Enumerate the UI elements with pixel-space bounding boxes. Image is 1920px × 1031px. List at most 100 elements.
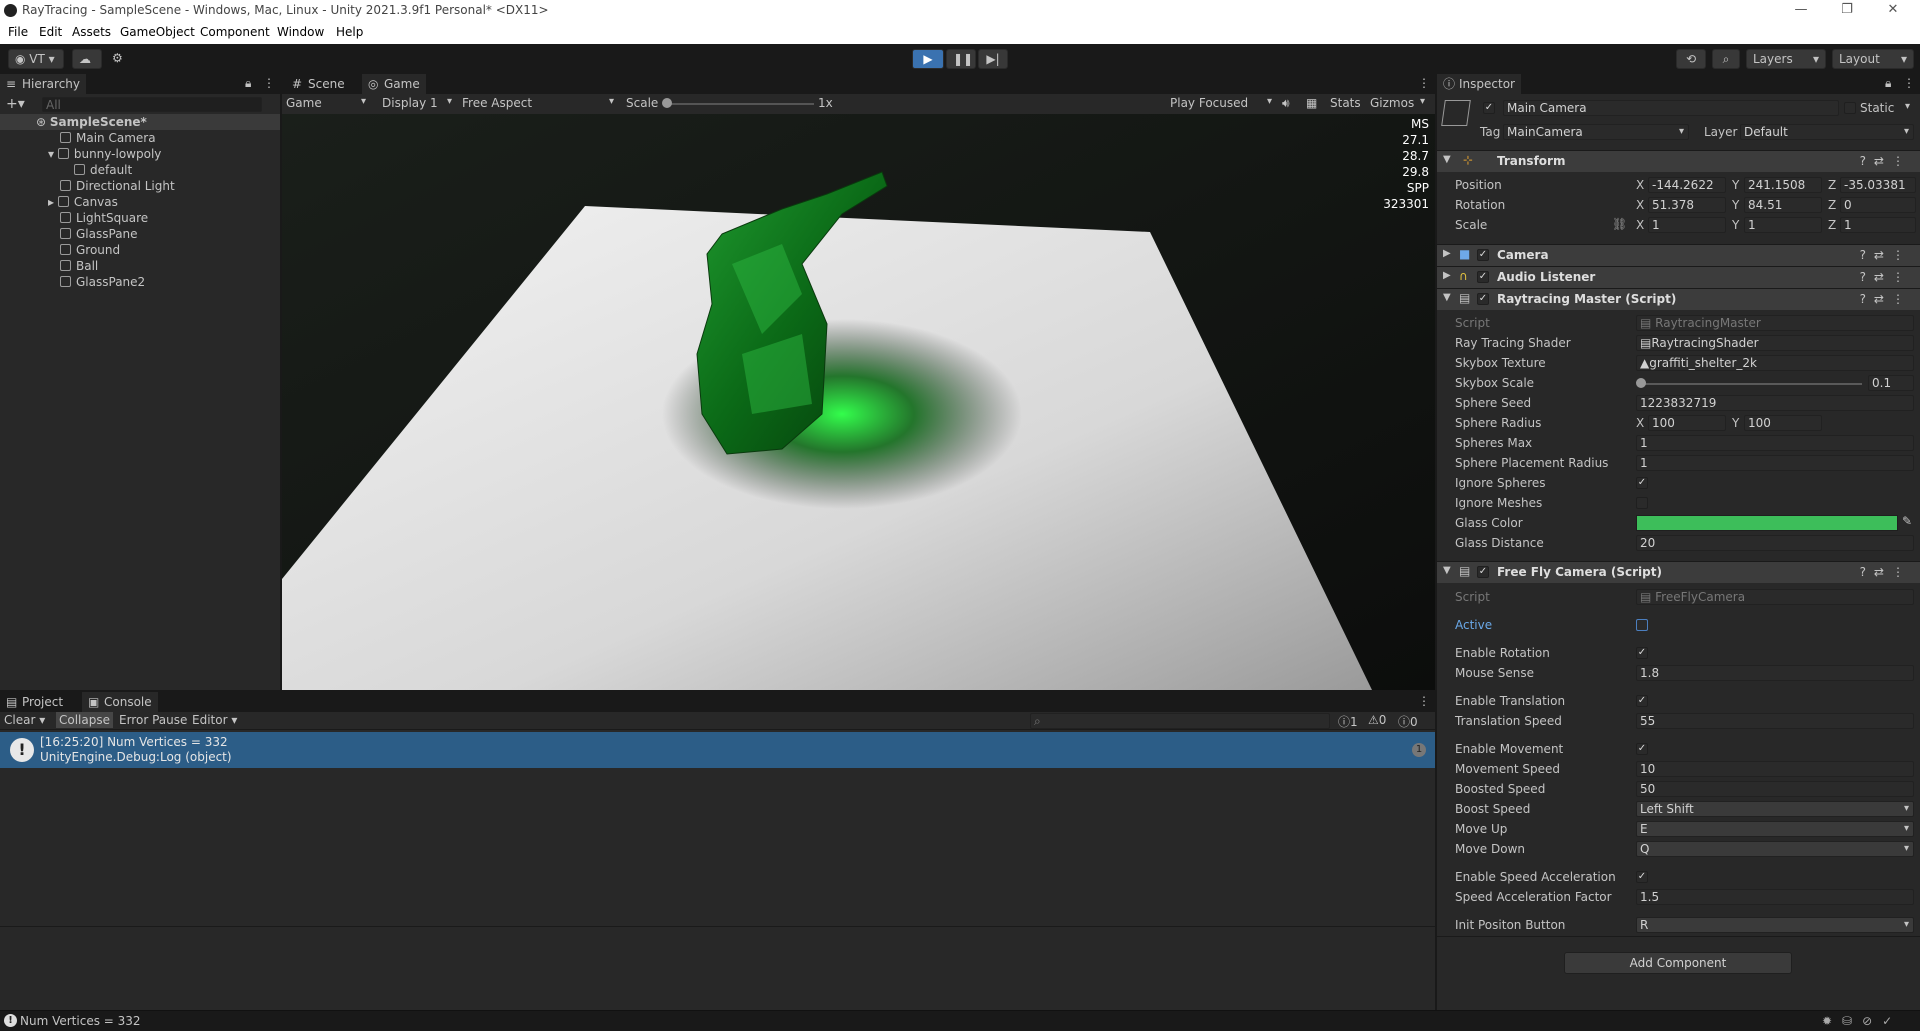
add-object-button[interactable]: +▾ — [6, 96, 25, 112]
skybox-scale-slider[interactable] — [1640, 383, 1862, 385]
step-button[interactable]: ▶| — [978, 49, 1008, 69]
scale-x-field[interactable]: 1 — [1648, 217, 1726, 233]
component-enabled-checkbox[interactable]: ✓ — [1477, 566, 1489, 578]
cloud-icon[interactable]: ☁ — [72, 49, 102, 69]
editor-dropdown[interactable]: Editor ▾ — [192, 713, 237, 727]
chevron-down-icon[interactable]: ▾ — [1420, 96, 1425, 107]
active-checkbox[interactable] — [1636, 619, 1648, 631]
glass-color-swatch[interactable] — [1636, 515, 1898, 531]
camera-header[interactable]: ▶ ■ ✓ Camera ?⇄⋮ — [1437, 244, 1920, 266]
component-header-icons[interactable]: ?⇄⋮ — [1860, 248, 1912, 262]
spheres-max-field[interactable]: 1 — [1636, 435, 1914, 451]
enable-translation-checkbox[interactable]: ✓ — [1636, 695, 1648, 707]
acceleration-factor-field[interactable]: 1.5 — [1636, 889, 1914, 905]
maximize-button[interactable]: ❐ — [1824, 0, 1870, 22]
account-button[interactable]: ◉ VT ▾ — [8, 49, 64, 69]
play-button[interactable]: ▶ — [912, 49, 944, 69]
pause-button[interactable]: ❚❚ — [946, 49, 976, 69]
minimize-button[interactable]: — — [1778, 0, 1824, 22]
list-item[interactable]: Main Camera — [60, 130, 280, 146]
list-item[interactable]: ⊛ SampleScene* — [0, 114, 280, 130]
init-position-dropdown[interactable]: R — [1636, 917, 1914, 933]
free-fly-camera-header[interactable]: ▼ ▤ ✓ Free Fly Camera (Script) ?⇄⋮ — [1437, 561, 1920, 583]
static-checkbox[interactable] — [1844, 102, 1856, 114]
ignore-meshes-checkbox[interactable] — [1636, 497, 1648, 509]
raytracing-master-header[interactable]: ▼ ▤ ✓ Raytracing Master (Script) ?⇄⋮ — [1437, 288, 1920, 310]
rotation-x-field[interactable]: 51.378 — [1648, 197, 1726, 213]
game-viewport[interactable]: MS 27.1 28.7 29.8 SPP 323301 — [282, 114, 1435, 690]
log-count-toggle[interactable]: ⓘ1 — [1338, 713, 1358, 730]
transform-header[interactable]: ▼ ⊹ Transform ?⇄⋮ — [1437, 150, 1920, 172]
menu-window[interactable]: Window — [277, 25, 324, 39]
menu-assets[interactable]: Assets — [72, 25, 111, 39]
component-header-icons[interactable]: ?⇄⋮ — [1860, 154, 1912, 168]
enable-rotation-checkbox[interactable]: ✓ — [1636, 647, 1648, 659]
menu-file[interactable]: File — [8, 25, 28, 39]
clear-button[interactable]: Clear ▾ — [4, 713, 45, 727]
collab-icon[interactable]: ⚙ — [106, 49, 130, 69]
display-dropdown[interactable]: Display 1 — [382, 96, 456, 112]
component-header-icons[interactable]: ?⇄⋮ — [1860, 565, 1912, 579]
status-icons[interactable]: ✹⛁⊘✓ — [1822, 1014, 1902, 1028]
tab-console[interactable]: ▣ Console — [82, 692, 158, 712]
aspect-dropdown[interactable]: Free Aspect — [462, 96, 618, 112]
chevron-down-icon[interactable]: ▾ — [1905, 101, 1910, 112]
ignore-spheres-checkbox[interactable]: ✓ — [1636, 477, 1648, 489]
tab-game[interactable]: ◎ Game — [362, 74, 426, 94]
tab-hierarchy[interactable]: ≡ Hierarchy — [0, 74, 87, 94]
audio-listener-header[interactable]: ▶ ∩ ✓ Audio Listener ?⇄⋮ — [1437, 266, 1920, 288]
component-enabled-checkbox[interactable]: ✓ — [1477, 249, 1489, 261]
layer-dropdown[interactable]: Default — [1740, 124, 1914, 140]
lock-icon[interactable]: 🔒︎ — [245, 76, 251, 91]
lock-icon[interactable]: 🔒︎ — [1885, 76, 1891, 91]
play-mode-dropdown[interactable]: Play Focused — [1170, 96, 1276, 112]
radius-y-field[interactable]: 100 — [1744, 415, 1822, 431]
move-down-dropdown[interactable]: Q — [1636, 841, 1914, 857]
warning-count-toggle[interactable]: ⚠0 — [1368, 713, 1386, 727]
position-y-field[interactable]: 241.1508 — [1744, 177, 1822, 193]
tab-inspector[interactable]: ⓘ Inspector — [1437, 74, 1521, 94]
position-z-field[interactable]: -35.03381 — [1840, 177, 1916, 193]
list-item[interactable]: ▾ bunny-lowpoly — [48, 146, 161, 162]
hierarchy-search-input[interactable]: All — [42, 97, 262, 112]
active-checkbox[interactable]: ✓ — [1483, 102, 1495, 114]
glass-distance-field[interactable]: 20 — [1636, 535, 1914, 551]
menu-edit[interactable]: Edit — [39, 25, 62, 39]
shader-field[interactable]: ▤RaytracingShader — [1636, 335, 1914, 351]
list-item[interactable]: Ground — [60, 242, 120, 258]
speed-acceleration-checkbox[interactable]: ✓ — [1636, 871, 1648, 883]
skybox-scale-handle[interactable] — [1636, 378, 1646, 388]
boost-speed-dropdown[interactable]: Left Shift — [1636, 801, 1914, 817]
sphere-seed-field[interactable]: 1223832719 — [1636, 395, 1914, 411]
more-icon[interactable]: ⋮ — [1418, 76, 1430, 90]
tab-project[interactable]: ▤ Project — [0, 692, 69, 712]
rotation-z-field[interactable]: 0 — [1840, 197, 1916, 213]
skybox-scale-field[interactable]: 0.1 — [1868, 375, 1914, 391]
list-item[interactable]: default — [74, 162, 132, 178]
placement-radius-field[interactable]: 1 — [1636, 455, 1914, 471]
radius-x-field[interactable]: 100 — [1648, 415, 1726, 431]
error-pause-toggle[interactable]: Error Pause — [119, 713, 187, 727]
boosted-speed-field[interactable]: 50 — [1636, 781, 1914, 797]
menu-gameobject[interactable]: GameObject — [120, 25, 195, 39]
tab-scene[interactable]: # Scene — [286, 74, 351, 94]
object-name-field[interactable]: Main Camera — [1503, 100, 1839, 116]
add-component-button[interactable]: Add Component — [1564, 952, 1792, 974]
position-x-field[interactable]: -144.2622 — [1648, 177, 1726, 193]
more-icon[interactable]: ⋮ — [1903, 76, 1915, 90]
list-item[interactable]: LightSquare — [60, 210, 148, 226]
scale-z-field[interactable]: 1 — [1840, 217, 1916, 233]
history-icon[interactable]: ⟲ — [1676, 49, 1706, 69]
component-enabled-checkbox[interactable]: ✓ — [1477, 271, 1489, 283]
move-up-dropdown[interactable]: E — [1636, 821, 1914, 837]
skybox-field[interactable]: ▲graffiti_shelter_2k — [1636, 355, 1914, 371]
list-item[interactable]: Directional Light — [60, 178, 175, 194]
tag-dropdown[interactable]: MainCamera — [1503, 124, 1689, 140]
log-entry[interactable]: ! [16:25:20] Num Vertices = 332 UnityEng… — [0, 732, 1435, 768]
component-header-icons[interactable]: ?⇄⋮ — [1860, 292, 1912, 306]
scale-slider-handle[interactable] — [662, 98, 672, 108]
rotation-y-field[interactable]: 84.51 — [1744, 197, 1822, 213]
component-enabled-checkbox[interactable]: ✓ — [1477, 293, 1489, 305]
translation-speed-field[interactable]: 55 — [1636, 713, 1914, 729]
gizmos-button[interactable]: Gizmos — [1370, 96, 1414, 110]
